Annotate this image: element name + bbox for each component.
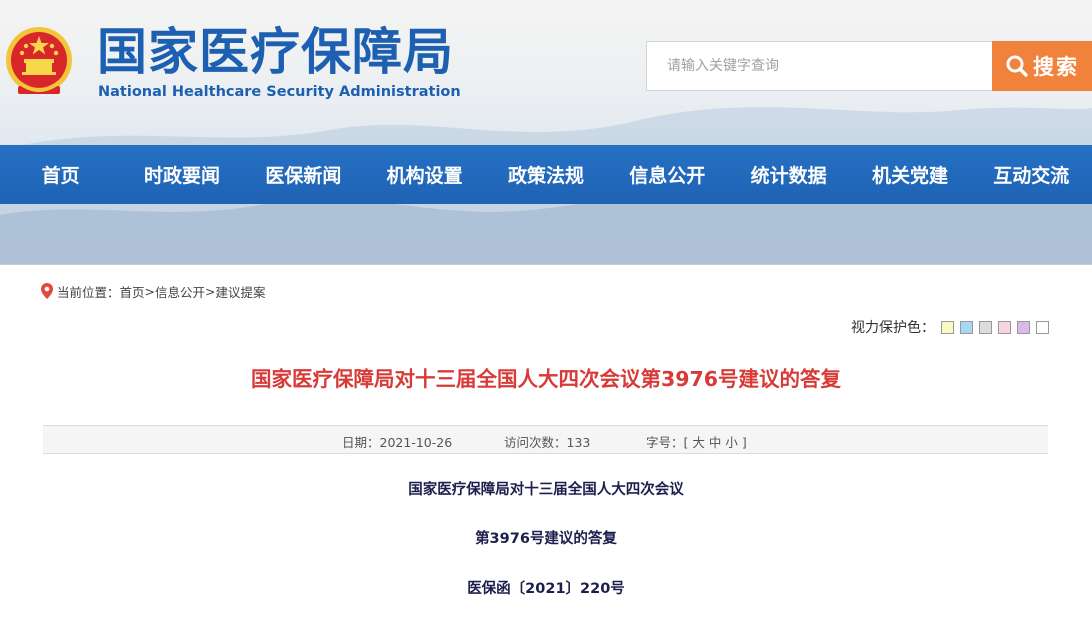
breadcrumb-link-info-disclosure[interactable]: 信息公开 [155,282,205,301]
site-logo-english[interactable]: National Healthcare Security Administrat… [98,83,461,101]
breadcrumb-link-suggestions[interactable]: 建议提案 [216,282,266,301]
color-swatch-blue[interactable] [960,320,973,334]
nav-item-organization[interactable]: 机构设置 [364,145,485,204]
breadcrumb-separator: > [144,283,156,299]
nav-item-home[interactable]: 首页 [0,145,121,204]
breadcrumb-link-home[interactable]: 首页 [120,282,145,301]
site-logo-chinese[interactable]: 国家医疗保障局 [97,22,454,82]
site-header: 国家医疗保障局 National Healthcare Security Adm… [0,0,1092,265]
search-box [646,41,994,91]
nav-item-healthcare-news[interactable]: 医保新闻 [243,145,364,204]
article-document-number: 医保函〔2021〕220号 [467,581,625,597]
font-size-medium-button[interactable]: 中 [709,435,722,450]
visits-label: 访问次数： [504,435,567,450]
header-divider [0,264,1092,265]
article-body-heading-1: 国家医疗保障局对十三届全国人大四次会议 [408,482,684,498]
search-button-label: 搜索 [1033,55,1079,79]
date-value: 2021-10-26 [379,435,453,450]
breadcrumb: 当前位置： 首页 > 信息公开 > 建议提案 [41,282,266,300]
color-swatch-purple[interactable] [1017,320,1030,334]
breadcrumb-prefix: 当前位置： [57,284,120,300]
eye-protection-label: 视力保护色： [851,320,935,336]
nav-item-info-disclosure[interactable]: 信息公开 [607,145,728,204]
nav-item-news[interactable]: 时政要闻 [121,145,242,204]
font-size-label: 字号：[ [646,435,689,450]
color-swatch-gray[interactable] [979,320,992,334]
nav-item-interaction[interactable]: 互动交流 [971,145,1092,204]
visits-count: 133 [566,435,591,450]
color-swatch-yellow[interactable] [941,320,954,334]
national-emblem-icon [6,27,72,94]
search-icon [1006,55,1028,77]
nav-item-policy[interactable]: 政策法规 [485,145,606,204]
article-meta-bar: 日期：2021-10-26 访问次数：133 字号：[ 大 中 小 ] [43,425,1048,454]
color-swatch-white[interactable] [1036,320,1049,334]
nav-item-statistics[interactable]: 统计数据 [728,145,849,204]
eye-protection-colors: 视力保护色： [851,318,1049,336]
search-input[interactable] [647,42,993,90]
location-pin-icon [41,283,53,299]
date-label: 日期： [342,435,380,450]
font-size-control: 字号：[ 大 中 小 ] [646,432,747,451]
color-swatch-pink[interactable] [998,320,1011,334]
article-body-heading-2: 第3976号建议的答复 [475,531,617,547]
main-nav: 首页 时政要闻 医保新闻 机构设置 政策法规 信息公开 统计数据 机关党建 互动… [0,145,1092,204]
visits-field: 访问次数：133 [504,432,590,451]
date-field: 日期：2021-10-26 [342,432,452,451]
article-title: 国家医疗保障局对十三届全国人大四次会议第3976号建议的答复 [250,367,842,391]
font-size-large-button[interactable]: 大 [692,435,705,450]
nav-item-party[interactable]: 机关党建 [849,145,970,204]
font-size-close: ] [741,435,747,450]
search-button[interactable]: 搜索 [992,41,1092,91]
font-size-small-button[interactable]: 小 [725,435,738,450]
breadcrumb-separator: > [205,283,216,299]
